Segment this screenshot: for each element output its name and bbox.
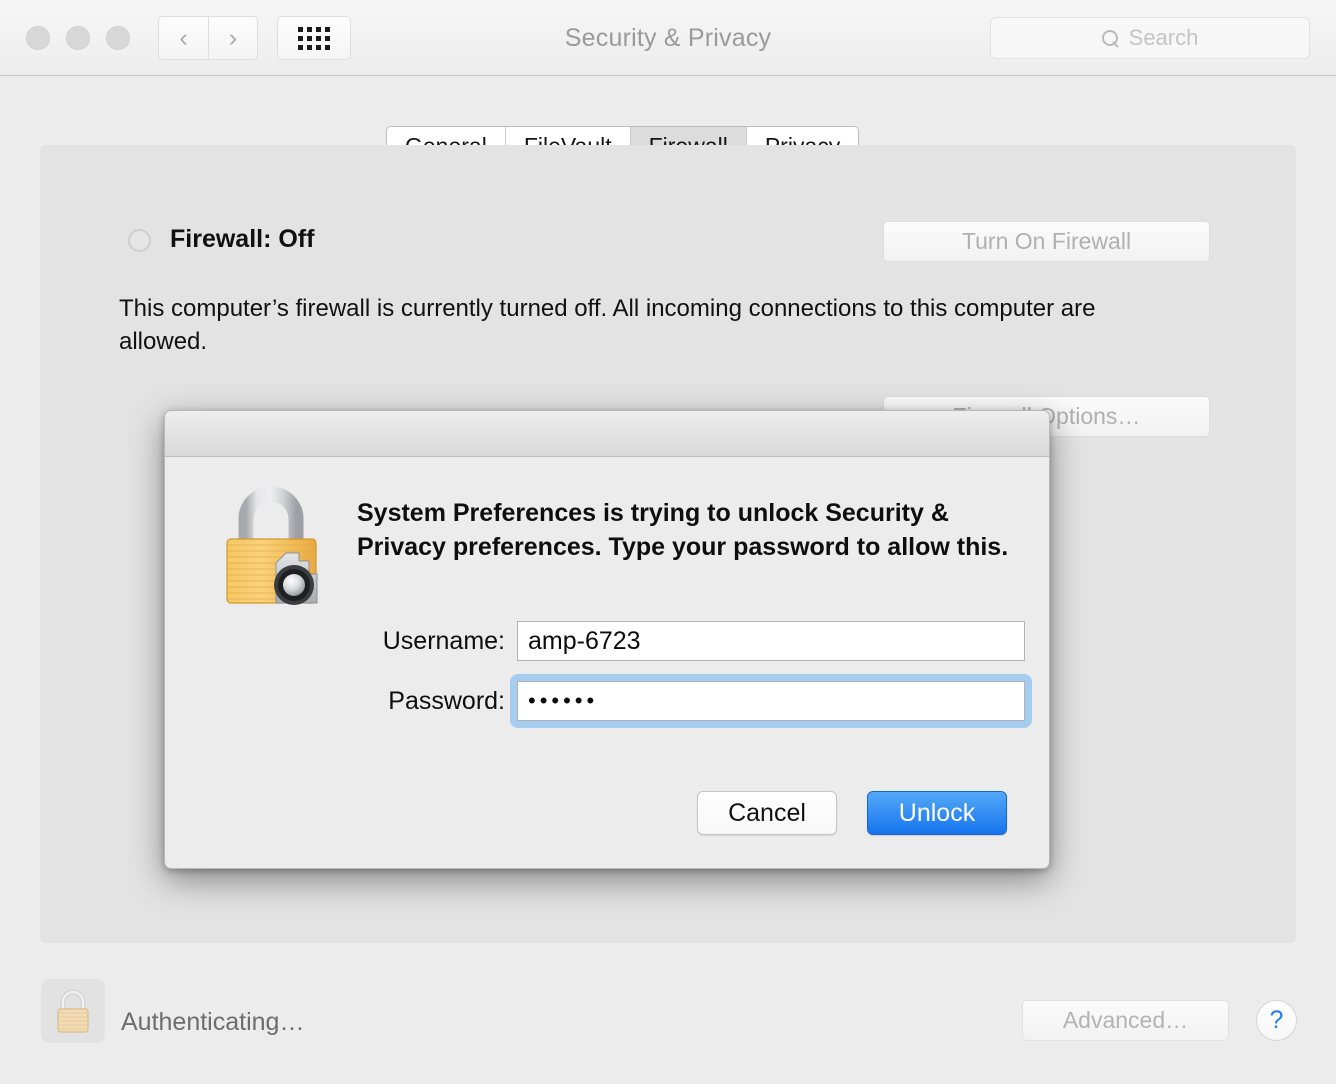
- window-titlebar: ‹ › Security & Privacy Search: [0, 0, 1336, 76]
- help-button[interactable]: ?: [1256, 1000, 1297, 1041]
- username-label: Username:: [382, 626, 505, 655]
- firewall-status-label: Firewall: Off: [170, 225, 315, 253]
- password-input[interactable]: ••••••: [517, 681, 1025, 721]
- advanced-button[interactable]: Advanced…: [1022, 1000, 1229, 1041]
- unlock-button[interactable]: Unlock: [867, 791, 1007, 835]
- authentication-dialog: System Preferences is trying to unlock S…: [164, 410, 1050, 869]
- lock-toggle-button[interactable]: [41, 979, 105, 1043]
- firewall-description-text: This computer’s firewall is currently tu…: [119, 295, 1096, 356]
- auth-status-text: Authenticating…: [121, 1008, 305, 1036]
- turn-on-firewall-button[interactable]: Turn On Firewall: [883, 221, 1210, 262]
- password-label: Password:: [388, 686, 505, 715]
- dialog-titlebar: [165, 411, 1049, 457]
- search-placeholder: Search: [1128, 25, 1199, 50]
- dialog-button-row: Cancel Unlock: [697, 791, 1007, 835]
- search-input[interactable]: Search: [990, 17, 1310, 59]
- password-value: ••••••: [528, 688, 599, 713]
- password-focus-ring: ••••••: [510, 674, 1032, 728]
- dialog-message: System Preferences is trying to unlock S…: [357, 499, 1009, 561]
- username-input[interactable]: amp-6723: [517, 621, 1025, 661]
- cancel-button[interactable]: Cancel: [697, 791, 837, 835]
- padlock-closed-icon: [57, 989, 89, 1033]
- username-field-row: Username: amp-6723: [357, 621, 1025, 661]
- username-value: amp-6723: [528, 626, 641, 655]
- search-icon: [1101, 29, 1119, 47]
- firewall-status-indicator: [128, 229, 151, 252]
- padlock-vault-icon: [226, 486, 318, 605]
- password-field-row: Password: ••••••: [357, 674, 1032, 728]
